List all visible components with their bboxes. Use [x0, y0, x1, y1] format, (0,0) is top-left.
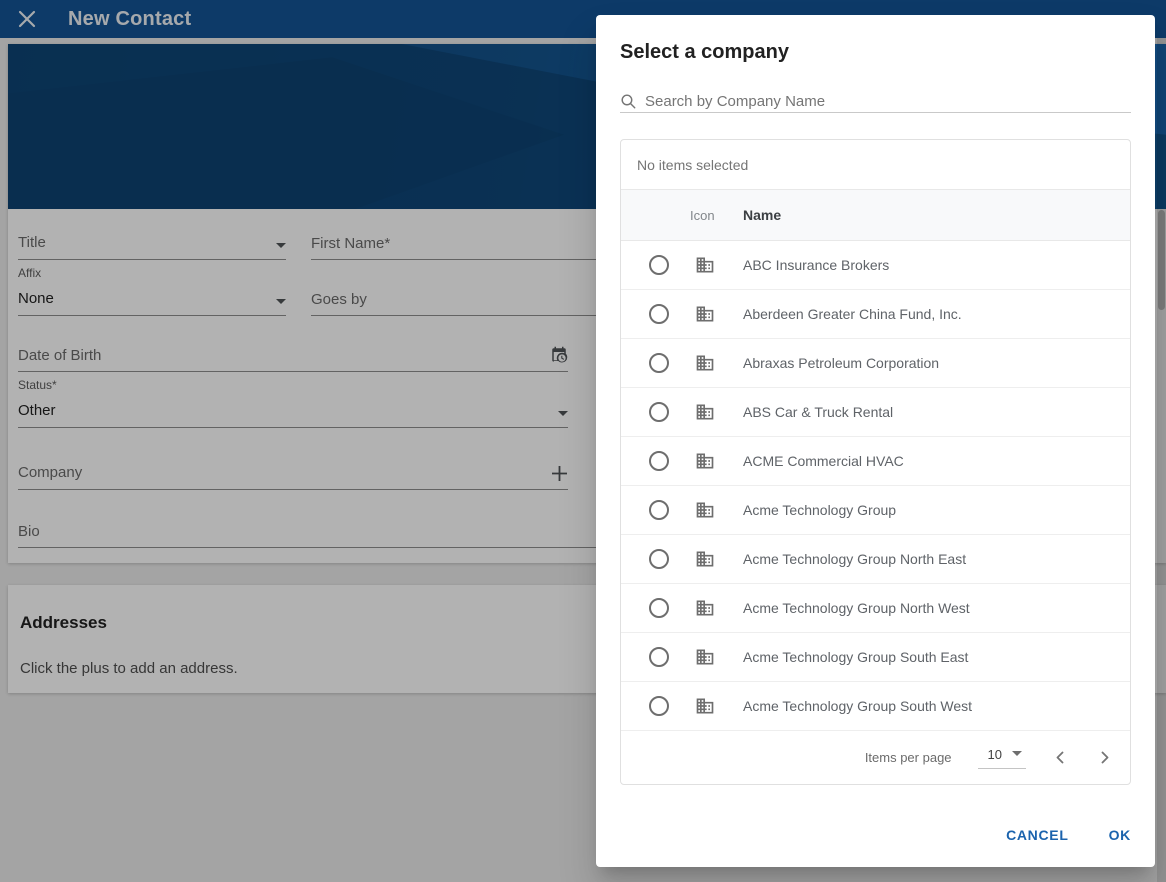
- company-name: Abraxas Petroleum Corporation: [743, 355, 939, 371]
- cancel-button[interactable]: CANCEL: [990, 817, 1085, 853]
- radio-button[interactable]: [649, 647, 669, 667]
- radio-button[interactable]: [649, 402, 669, 422]
- chevron-right-icon[interactable]: [1092, 746, 1116, 770]
- radio-button[interactable]: [649, 500, 669, 520]
- radio-button[interactable]: [649, 255, 669, 275]
- building-icon: [695, 647, 715, 667]
- table-row[interactable]: Abraxas Petroleum Corporation: [621, 339, 1130, 388]
- radio-button[interactable]: [649, 696, 669, 716]
- company-name: Acme Technology Group North East: [743, 551, 966, 567]
- company-name: Acme Technology Group: [743, 502, 896, 518]
- company-table-body: ABC Insurance Brokers Aberdeen Greater C…: [621, 241, 1130, 731]
- table-row[interactable]: Acme Technology Group North East: [621, 535, 1130, 584]
- select-company-dialog: Select a company No items selected Icon …: [596, 15, 1155, 867]
- building-icon: [695, 500, 715, 520]
- search-icon: [620, 93, 637, 110]
- items-per-page-label: Items per page: [865, 750, 952, 765]
- building-icon: [695, 598, 715, 618]
- company-name: ABC Insurance Brokers: [743, 257, 889, 273]
- building-icon: [695, 353, 715, 373]
- dialog-title: Select a company: [620, 41, 789, 64]
- company-name: ACME Commercial HVAC: [743, 453, 904, 469]
- table-row[interactable]: ABS Car & Truck Rental: [621, 388, 1130, 437]
- company-table: No items selected Icon Name ABC Insuranc…: [620, 139, 1131, 785]
- radio-button[interactable]: [649, 598, 669, 618]
- radio-button[interactable]: [649, 549, 669, 569]
- selection-status: No items selected: [621, 140, 1130, 190]
- radio-button[interactable]: [649, 451, 669, 471]
- page-size-value: 10: [988, 747, 1002, 762]
- table-row[interactable]: Acme Technology Group South West: [621, 682, 1130, 731]
- paginator: Items per page 10: [621, 731, 1130, 784]
- building-icon: [695, 549, 715, 569]
- caret-down-icon: [1012, 751, 1022, 756]
- radio-button[interactable]: [649, 304, 669, 324]
- company-name: Acme Technology Group North West: [743, 600, 970, 616]
- building-icon: [695, 255, 715, 275]
- table-header: Icon Name: [621, 190, 1130, 241]
- company-name: Acme Technology Group South East: [743, 649, 968, 665]
- company-name: Aberdeen Greater China Fund, Inc.: [743, 306, 962, 322]
- dialog-actions: CANCEL OK: [990, 817, 1147, 853]
- table-row[interactable]: ABC Insurance Brokers: [621, 241, 1130, 290]
- column-header-name: Name: [743, 190, 781, 240]
- page-size-select[interactable]: 10: [978, 747, 1026, 769]
- building-icon: [695, 451, 715, 471]
- column-header-icon: Icon: [690, 190, 715, 240]
- table-row[interactable]: Acme Technology Group North West: [621, 584, 1130, 633]
- table-row[interactable]: Acme Technology Group: [621, 486, 1130, 535]
- building-icon: [695, 402, 715, 422]
- building-icon: [695, 696, 715, 716]
- company-search-input[interactable]: [645, 93, 1131, 110]
- chevron-left-icon[interactable]: [1048, 746, 1072, 770]
- radio-button[interactable]: [649, 353, 669, 373]
- building-icon: [695, 304, 715, 324]
- company-name: ABS Car & Truck Rental: [743, 404, 893, 420]
- company-name: Acme Technology Group South West: [743, 698, 972, 714]
- company-search-field[interactable]: [620, 77, 1131, 113]
- table-row[interactable]: Acme Technology Group South East: [621, 633, 1130, 682]
- table-row[interactable]: ACME Commercial HVAC: [621, 437, 1130, 486]
- ok-button[interactable]: OK: [1093, 817, 1147, 853]
- table-row[interactable]: Aberdeen Greater China Fund, Inc.: [621, 290, 1130, 339]
